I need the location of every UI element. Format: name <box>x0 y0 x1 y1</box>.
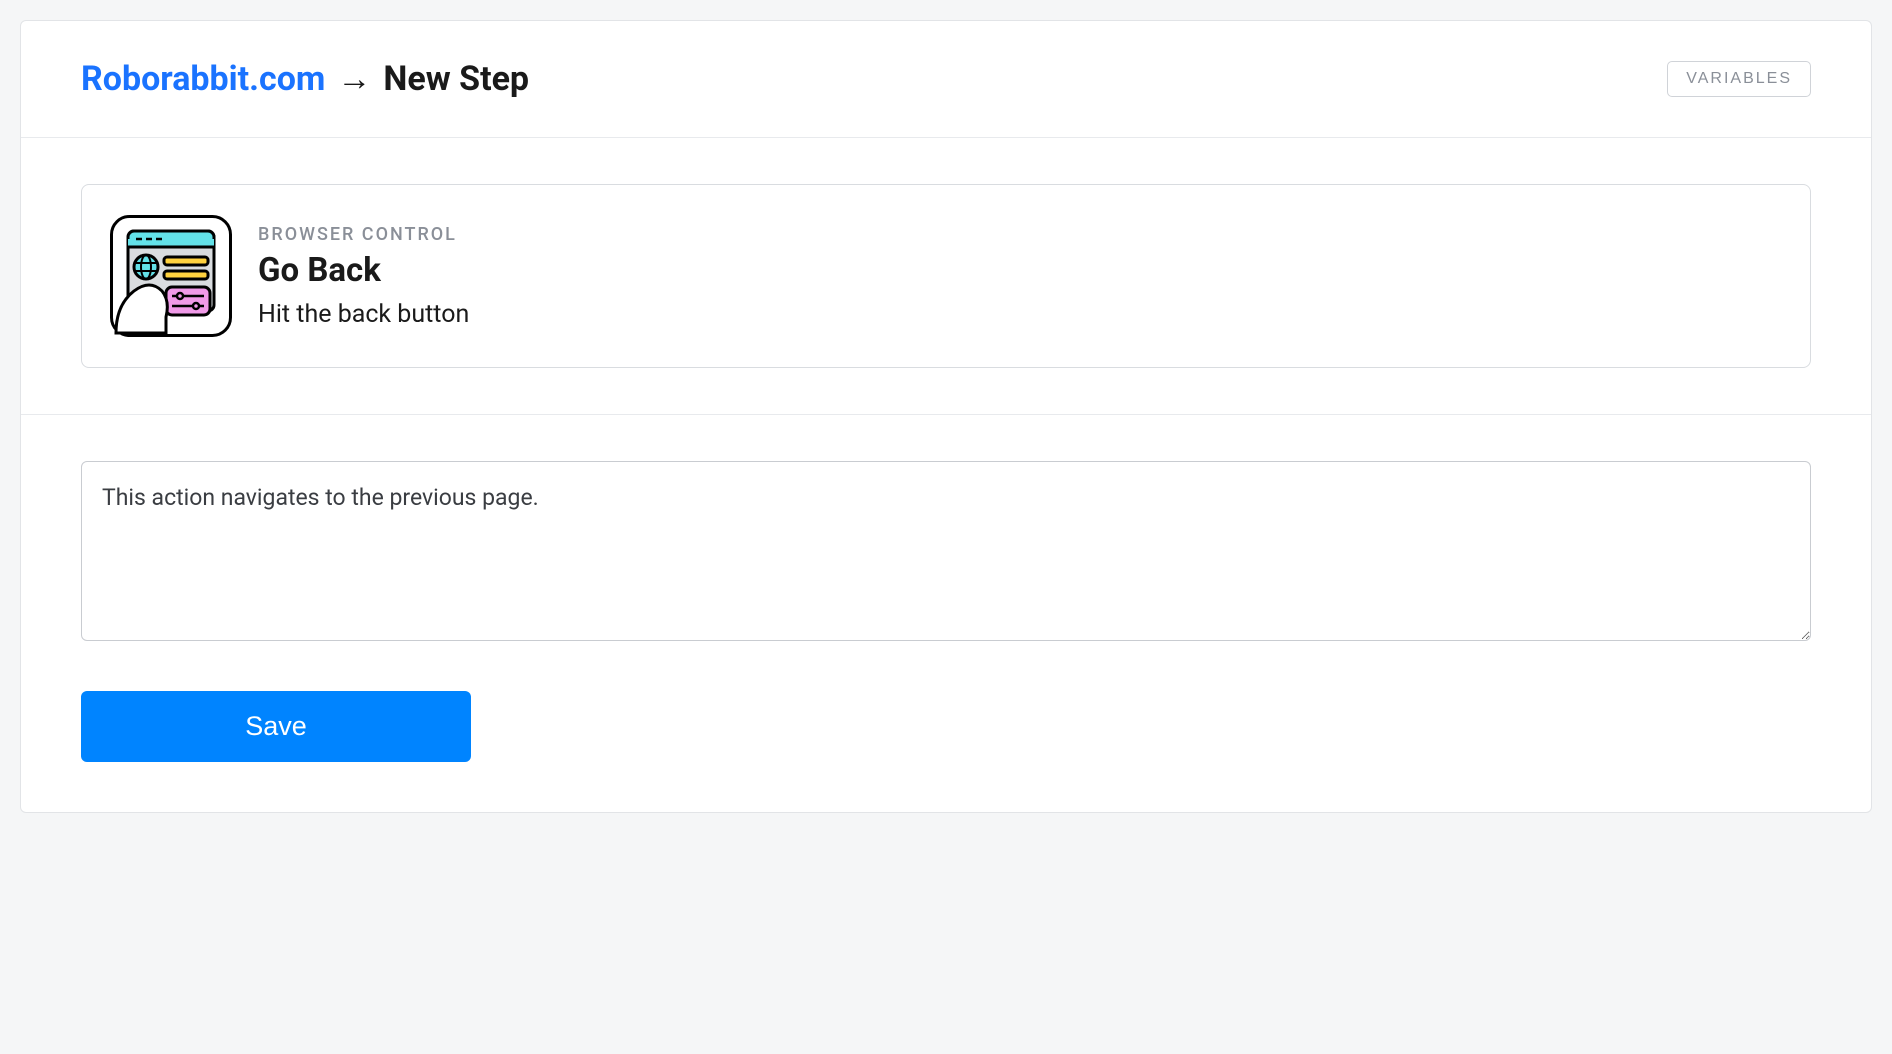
action-description-input[interactable] <box>81 461 1811 641</box>
arrow-right-icon: → <box>337 59 371 99</box>
breadcrumb: Roborabbit.com → New Step <box>81 59 529 99</box>
step-category-label: BROWSER CONTROL <box>258 224 469 245</box>
variables-button[interactable]: VARIABLES <box>1667 61 1811 97</box>
step-section: BROWSER CONTROL Go Back Hit the back but… <box>21 138 1871 415</box>
breadcrumb-link[interactable]: Roborabbit.com <box>81 59 325 99</box>
page-header: Roborabbit.com → New Step VARIABLES <box>21 21 1871 138</box>
step-info: BROWSER CONTROL Go Back Hit the back but… <box>258 224 469 329</box>
browser-control-icon <box>110 215 232 337</box>
breadcrumb-current: New Step <box>383 59 529 99</box>
save-button[interactable]: Save <box>81 691 471 762</box>
step-description: Hit the back button <box>258 300 469 329</box>
main-container: Roborabbit.com → New Step VARIABLES <box>20 20 1872 813</box>
step-card: BROWSER CONTROL Go Back Hit the back but… <box>81 184 1811 368</box>
step-title: Go Back <box>258 251 469 290</box>
form-section: Save <box>21 415 1871 812</box>
